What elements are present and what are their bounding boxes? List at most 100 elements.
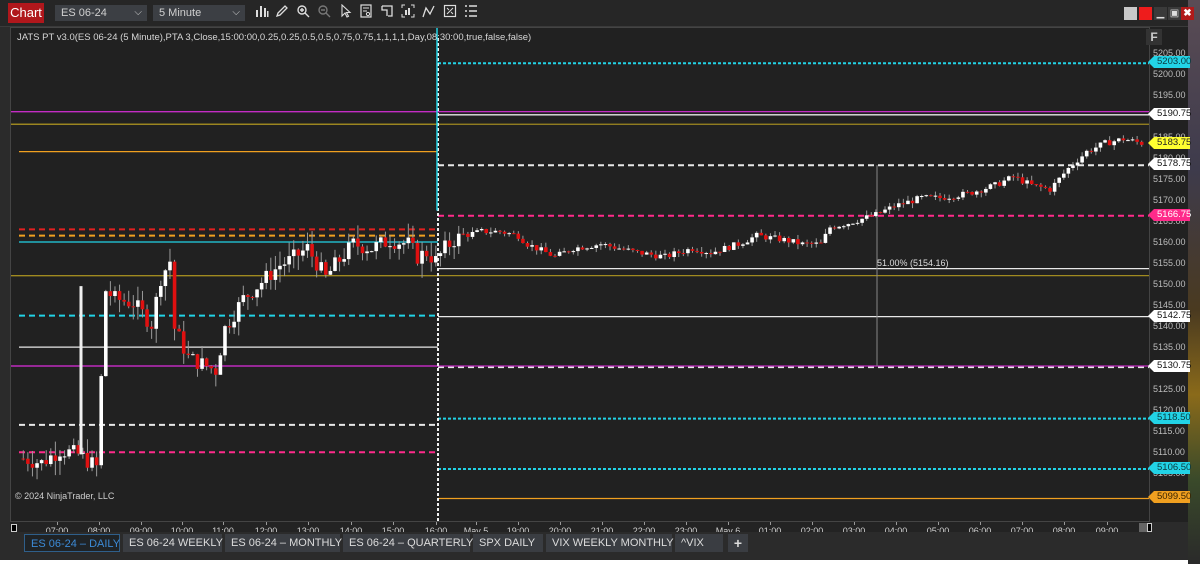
- candle-up: [365, 251, 369, 254]
- pointer-icon[interactable]: [336, 3, 354, 22]
- indicators-icon[interactable]: [441, 4, 459, 22]
- candle-down: [85, 452, 90, 468]
- candle-up: [62, 456, 67, 458]
- chart-tab[interactable]: ES 06-24 – DAILY: [24, 534, 120, 552]
- candle-up: [71, 445, 76, 450]
- price-marker-arrow: [1148, 158, 1154, 171]
- candle-up: [988, 184, 993, 189]
- instrument-select[interactable]: ES 06-24 ⌵: [55, 5, 147, 21]
- candle-down: [383, 237, 388, 247]
- x-tick-mark: [1064, 522, 1065, 525]
- candle-up: [603, 244, 608, 246]
- candle-down: [94, 457, 99, 466]
- candle-down: [356, 238, 360, 247]
- candle-up: [768, 236, 773, 240]
- candle-down: [246, 295, 250, 297]
- candle-up: [406, 237, 411, 244]
- price-axis[interactable]: 5205.005200.005195.005185.005180.005175.…: [1150, 27, 1188, 522]
- close-button[interactable]: ✖: [1181, 7, 1194, 20]
- x-tick-mark: [57, 522, 58, 525]
- candle-up: [745, 242, 750, 245]
- candle-down: [796, 239, 800, 245]
- candle-down: [635, 250, 640, 252]
- candle-down: [466, 233, 470, 237]
- candle-down: [117, 291, 122, 300]
- candle-up: [686, 249, 690, 254]
- candle-down: [360, 246, 365, 254]
- candle-up: [168, 261, 172, 271]
- candle-up: [828, 227, 832, 234]
- candle-down: [447, 240, 452, 247]
- candle-up: [617, 248, 621, 250]
- chart-title-tab[interactable]: Chart: [8, 3, 44, 23]
- candle-down: [970, 191, 974, 195]
- candle-down: [910, 200, 915, 204]
- candle-up: [1084, 150, 1089, 157]
- candle-down: [690, 249, 695, 251]
- chart-canvas[interactable]: [11, 28, 1150, 522]
- properties-icon[interactable]: [378, 4, 396, 22]
- chart-tab[interactable]: ES 06-24 WEEKLY: [123, 534, 223, 552]
- price-marker-arrow: [1148, 56, 1154, 69]
- candle-down: [424, 250, 429, 257]
- candle-down: [21, 458, 26, 460]
- chart-trader-icon[interactable]: [399, 4, 417, 22]
- scroll-thumb[interactable]: [1139, 523, 1147, 532]
- candle-up: [200, 358, 204, 369]
- price-marker-arrow: [1148, 208, 1154, 221]
- x-tick-mark: [351, 522, 352, 525]
- maximize-button[interactable]: ▣: [1168, 7, 1181, 20]
- minimize-button[interactable]: ▁: [1154, 7, 1167, 20]
- candle-up: [259, 282, 264, 290]
- add-tab-button[interactable]: +: [728, 534, 748, 552]
- chart-tab[interactable]: ES 06-24 – MONTHLY: [225, 534, 342, 552]
- candle-up: [301, 250, 305, 256]
- candle-down: [667, 253, 672, 258]
- candle-up: [35, 463, 39, 468]
- candle-up: [264, 270, 269, 283]
- candle-down: [553, 255, 557, 257]
- candle-down: [1043, 186, 1048, 188]
- candle-down: [654, 254, 658, 259]
- candle-down: [181, 331, 186, 354]
- chart-tab[interactable]: ES 06-24 – QUARTERLY: [343, 534, 473, 552]
- candle-down: [777, 235, 782, 242]
- candle-down: [878, 212, 883, 214]
- scroll-left-button[interactable]: [11, 524, 17, 532]
- chart-tab[interactable]: SPX DAILY: [473, 534, 543, 552]
- candle-down: [53, 455, 58, 461]
- candle-up: [984, 188, 988, 193]
- price-marker-arrow: [1148, 462, 1154, 475]
- candle-up: [438, 253, 443, 257]
- candle-up: [704, 253, 709, 255]
- price-chart-panel[interactable]: JATS PT v3.0(ES 06-24 (5 Minute),PTA 3,C…: [10, 27, 1150, 522]
- candle-up: [576, 247, 580, 252]
- zoom-out-icon[interactable]: [315, 4, 333, 22]
- chart-tab[interactable]: ^VIX: [675, 534, 723, 552]
- candle-down: [1135, 139, 1139, 142]
- candle-up: [90, 457, 94, 468]
- candle-down: [392, 246, 397, 249]
- gray-box-button[interactable]: [1124, 7, 1137, 20]
- x-tick-mark: [476, 522, 477, 525]
- candle-down: [337, 257, 342, 262]
- interval-value: 5 Minute: [159, 7, 202, 19]
- bar-type-icon[interactable]: [253, 4, 271, 22]
- chart-tabs-bar: ES 06-24 – DAILY ES 06-24 WEEKLY ES 06-24 …: [10, 532, 1188, 554]
- chart-tab[interactable]: VIX WEEKLY MONTHLY: [546, 534, 674, 552]
- candle-down: [511, 233, 516, 235]
- data-box-icon[interactable]: [357, 4, 375, 22]
- scroll-right-button[interactable]: [1147, 523, 1152, 532]
- candle-down: [709, 253, 713, 255]
- strategy-icon[interactable]: [420, 4, 438, 22]
- list-icon[interactable]: [462, 4, 480, 22]
- candle-up: [507, 233, 511, 235]
- interval-select[interactable]: 5 Minute ⌵: [153, 5, 245, 21]
- candle-up: [388, 246, 392, 248]
- zoom-in-icon[interactable]: [294, 4, 312, 22]
- red-box-button[interactable]: [1139, 7, 1152, 20]
- f-button[interactable]: F: [1146, 29, 1162, 45]
- candle-up: [933, 195, 938, 197]
- pencil-icon[interactable]: [273, 4, 291, 22]
- price-marker-arrow: [1148, 107, 1154, 120]
